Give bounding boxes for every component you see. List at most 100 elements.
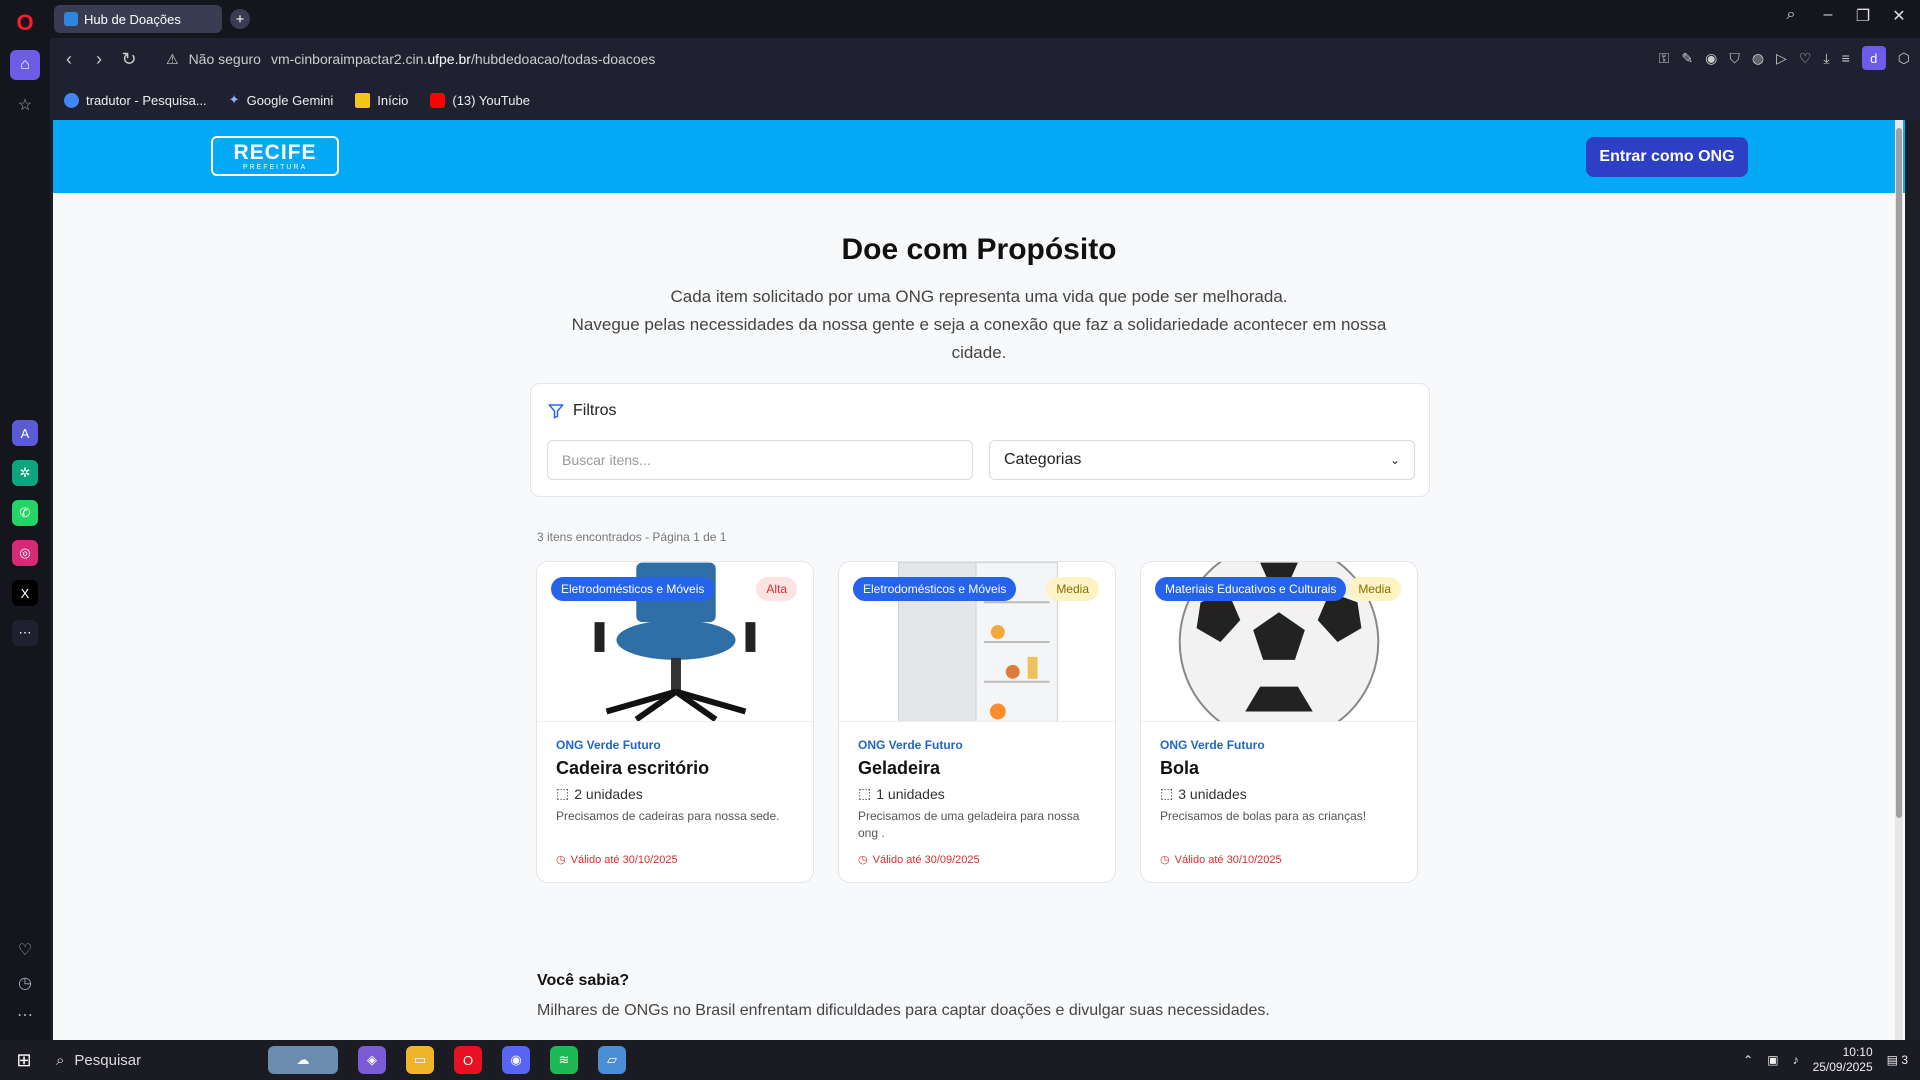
history-icon[interactable]: ◷ (10, 968, 40, 998)
restore-icon[interactable]: ❐ (1850, 6, 1876, 26)
back-icon[interactable]: ‹ (54, 44, 84, 74)
copilot-icon[interactable]: ◈ (358, 1046, 386, 1074)
clock[interactable]: 10:10 25/09/2025 (1813, 1045, 1873, 1075)
speed-dial-icon[interactable]: ☆ (10, 90, 40, 120)
login-ong-button[interactable]: Entrar como ONG (1586, 137, 1748, 177)
home-icon[interactable]: ⌂ (10, 50, 40, 80)
item-image-chair: Eletrodomésticos e Móveis Alta (537, 562, 813, 722)
menu-icon[interactable]: ≡ (1842, 50, 1850, 66)
profile-avatar[interactable]: d (1861, 46, 1886, 70)
donation-card[interactable]: Eletrodomésticos e Móveis Media ONG Verd… (838, 561, 1116, 883)
browser-sidebar: O ⌂ ☆ A ✲ ✆ ◎ X ⋯ ♡ ◷ ⋯ (0, 0, 50, 1040)
tab-hub-doacoes[interactable]: Hub de Doações (54, 5, 222, 33)
address-bar-actions: ⚿ ✎ ◉ ⛉ ◍ ▷ ♡ ⤓ ≡ d ⬡ (1659, 46, 1910, 70)
reload-icon[interactable]: ↻ (114, 44, 144, 74)
donation-card[interactable]: Eletrodomésticos e Móveis Alta ONG Verde… (536, 561, 814, 883)
forward-icon[interactable]: › (84, 44, 114, 74)
vpn-icon[interactable]: ◍ (1752, 50, 1764, 67)
instagram-icon[interactable]: ◎ (12, 540, 38, 566)
tab-title: Hub de Doações (84, 11, 181, 27)
category-badge: Materiais Educativos e Culturais (1155, 577, 1347, 601)
priority-badge: Media (1348, 577, 1401, 601)
close-icon[interactable]: ✕ (1886, 6, 1912, 26)
tab-favicon-icon (64, 12, 78, 26)
shield-icon[interactable]: ⛉ (1729, 50, 1740, 67)
package-icon: ⬚ (556, 785, 570, 801)
category-select[interactable]: Categorias ⌄ (989, 440, 1415, 480)
filters-header: Filtros (547, 402, 617, 420)
card-quantity: ⬚ 1 unidades (858, 785, 945, 802)
priority-badge: Media (1046, 577, 1099, 601)
spotify-icon[interactable]: ≋ (550, 1046, 578, 1074)
notification-icon[interactable]: ▤ 3 (1887, 1053, 1908, 1067)
favorite-icon[interactable]: ♡ (1799, 50, 1812, 67)
card-ong-name[interactable]: ONG Verde Futuro (858, 738, 1096, 752)
url-field[interactable]: ⚠ Não seguro vm-cinboraimpactar2.cin.ufp… (166, 45, 1866, 73)
card-title: Geladeira (858, 758, 941, 778)
card-description: Precisamos de bolas para as crianças! (1160, 809, 1367, 823)
bookmark-tradutor[interactable]: tradutor - Pesquisa... (64, 92, 207, 108)
bookmark-gemini[interactable]: ✦ Google Gemini (229, 92, 334, 108)
card-ong-name[interactable]: ONG Verde Futuro (556, 738, 794, 752)
url-text[interactable]: vm-cinboraimpactar2.cin.ufpe.br/hubdedoa… (271, 51, 655, 67)
package-icon: ⬚ (858, 785, 872, 801)
key-icon[interactable]: ⚿ (1659, 50, 1670, 67)
edit-icon[interactable]: ✎ (1681, 50, 1693, 67)
taskbar-search[interactable]: ⌕ Pesquisar (48, 1052, 258, 1069)
chatgpt-icon[interactable]: ✲ (12, 460, 38, 486)
more-apps-icon[interactable]: ⋯ (12, 620, 38, 646)
extensions-icon[interactable]: ⬡ (1898, 50, 1910, 67)
file-explorer-icon[interactable]: ▭ (406, 1046, 434, 1074)
security-label[interactable]: Não seguro (189, 51, 261, 67)
chevron-down-icon: ⌄ (1389, 453, 1400, 467)
scroll-thumb[interactable] (1896, 128, 1902, 818)
card-validity: ◷ Válido até 30/10/2025 (556, 853, 678, 867)
info-title: Você sabia? (537, 972, 630, 989)
address-bar: ‹ › ↻ ⚠ Não seguro vm-cinboraimpactar2.c… (50, 38, 1920, 80)
card-validity: ◷ Válido até 30/09/2025 (858, 853, 980, 867)
discord-icon[interactable]: ◉ (502, 1046, 530, 1074)
opera-logo-icon[interactable]: O (10, 8, 40, 38)
minimize-icon[interactable]: – (1815, 6, 1841, 24)
info-text: Milhares de ONGs no Brasil enfrentam dif… (537, 1002, 1270, 1019)
priority-badge: Alta (756, 577, 797, 601)
filters-panel: Filtros Categorias ⌄ (530, 383, 1430, 497)
search-tabs-icon[interactable]: ⌕ (1778, 6, 1804, 24)
volume-icon[interactable]: ♪ (1793, 1053, 1799, 1067)
x-twitter-icon[interactable]: X (12, 580, 38, 606)
warning-icon: ⚠ (166, 50, 179, 67)
donation-card[interactable]: Materiais Educativos e Culturais Media O… (1140, 561, 1418, 883)
sidebar-more-icon[interactable]: ⋯ (10, 1000, 40, 1030)
search-icon: ⌕ (56, 1051, 65, 1069)
hero-section: Doe com Propósito Cada item solicitado p… (53, 233, 1905, 367)
opera-taskbar-icon[interactable]: O (454, 1046, 482, 1074)
recife-logo[interactable]: RECIFE PREFEITURA (211, 136, 339, 176)
search-input[interactable] (547, 440, 973, 480)
send-icon[interactable]: ▷ (1776, 50, 1787, 67)
widgets-icon[interactable]: ☁ (268, 1046, 338, 1074)
bookmark-inicio[interactable]: Início (355, 92, 408, 108)
app-icon[interactable]: ▱ (598, 1046, 626, 1074)
download-icon[interactable]: ⤓ (1823, 50, 1829, 67)
package-icon: ⬚ (1160, 785, 1174, 801)
windows-taskbar: ⊞ ⌕ Pesquisar ☁ ◈ ▭ O ◉ ≋ ▱ ⌃ ▣ ♪ 10:10 … (0, 1040, 1920, 1080)
site-header: RECIFE PREFEITURA Entrar como ONG (53, 120, 1905, 193)
card-ong-name[interactable]: ONG Verde Futuro (1160, 738, 1398, 752)
bookmarks-bar: tradutor - Pesquisa... ✦ Google Gemini I… (50, 80, 1920, 120)
page-scrollbar[interactable] (1895, 120, 1903, 1040)
web-page: RECIFE PREFEITURA Entrar como ONG Doe co… (53, 120, 1905, 1040)
camera-icon[interactable]: ◉ (1705, 50, 1717, 67)
whatsapp-icon[interactable]: ✆ (12, 500, 38, 526)
card-quantity: ⬚ 3 unidades (1160, 785, 1247, 802)
google-icon (64, 92, 79, 108)
card-description: Precisamos de uma geladeira para nossa o… (858, 809, 1080, 840)
new-tab-button[interactable]: + (230, 9, 250, 29)
aria-icon[interactable]: A (12, 420, 38, 446)
windows-start-icon[interactable]: ⊞ (0, 1040, 48, 1080)
bookmark-youtube[interactable]: (13) YouTube (430, 92, 530, 108)
filter-icon (548, 404, 564, 419)
heart-icon[interactable]: ♡ (10, 935, 40, 965)
chevron-up-icon[interactable]: ⌃ (1743, 1053, 1753, 1067)
card-title: Cadeira escritório (556, 758, 710, 778)
network-icon[interactable]: ▣ (1767, 1053, 1778, 1067)
